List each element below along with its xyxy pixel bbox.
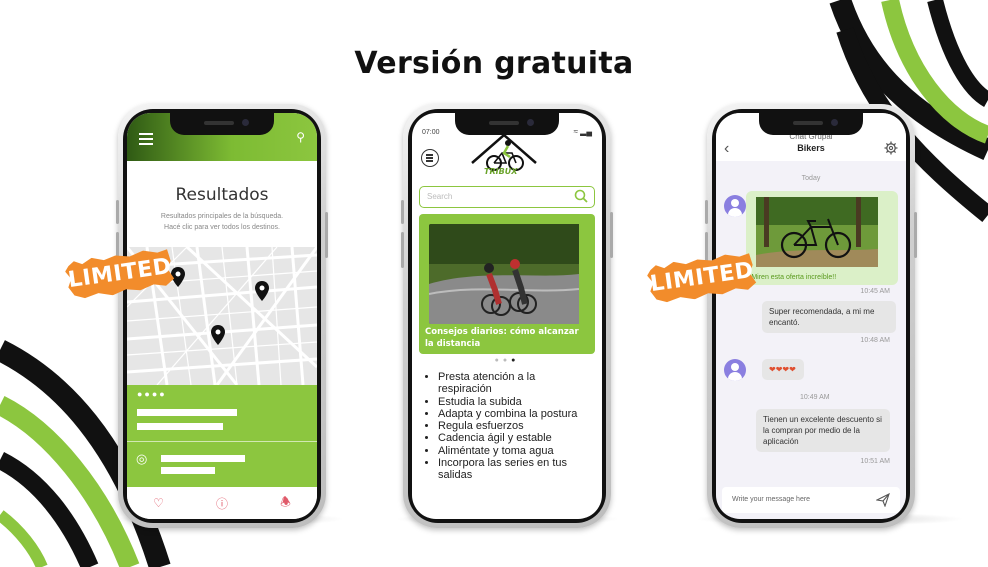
bike-photo [756,197,888,267]
screen-results: ⚲ Resultados Resultados principales de l… [127,113,317,519]
placeholder-bar [137,409,237,416]
search-input[interactable]: Search [419,186,595,208]
list-item: Cadencia ágil y estable [438,432,592,444]
tribux-logo [471,133,537,171]
results-panel[interactable]: ●●●● ◎ [127,385,317,487]
list-item: Estudia la subida [438,396,592,408]
results-heading: Resultados [175,185,269,205]
screen-tips: 07:00 ≈ ▂▄ TRIBUX Search Consejos diario… [412,113,602,519]
timestamp: 10:51 AM [860,458,890,465]
phone-search-results: ⚲ Resultados Resultados principales de l… [116,104,328,528]
list-item: Presta atención a la respiración [438,371,592,396]
page-title: Versión gratuita [354,46,634,81]
placeholder-bar [137,423,223,430]
message-input[interactable]: Write your message here [722,487,900,513]
chat-message[interactable]: Tienen un excelente descuento si la comp… [756,409,890,452]
send-icon[interactable] [876,493,890,507]
message-placeholder: Write your message here [732,496,811,503]
day-separator: Today [801,175,821,182]
phone-notch [759,113,863,135]
avatar[interactable] [724,359,746,381]
list-item: Aliméntate y toma agua [438,445,592,457]
card-title: Consejos diarios: cómo alcanzar la dista… [425,327,579,349]
timestamp: 10:49 AM [800,394,830,401]
tips-list: Presta atención a la respiración Estudia… [438,371,592,482]
list-item: Incorpora las series en tus salidas [438,457,592,482]
hamburger-icon[interactable] [139,133,153,148]
status-time: 07:00 [422,129,440,136]
dots-indicator: ●●●● [137,389,167,399]
timestamp: 10:45 AM [860,288,890,295]
tip-card[interactable]: Consejos diarios: cómo alcanzar la dista… [419,214,595,354]
gear-icon[interactable] [884,141,898,155]
map-pin-icon[interactable] [255,281,269,301]
chat-group-name: Bikers [797,143,825,153]
heart-icon[interactable]: ♡ [153,496,164,510]
chat-message[interactable]: Super recomendada, a mi me encantó. [762,301,896,333]
image-message[interactable]: ¡Miren esta oferta increíble!! [746,191,898,285]
signal-icon: ≈ ▂▄ [573,127,592,136]
chat-message[interactable]: ❤❤❤❤ [762,359,804,380]
location-pin-icon: ◎ [136,451,148,466]
search-placeholder: Search [427,192,453,201]
placeholder-bar [161,467,215,474]
phone-notch [170,113,274,135]
list-item: Adapta y combina la postura [438,408,592,420]
logo-text: TRIBUX [484,167,518,176]
carousel-indicator[interactable]: ●●● [412,357,602,364]
map-pin-icon[interactable] [211,325,225,345]
bottom-nav: ♡ ⓘ 🕭 [127,487,317,519]
phone-group-chat: ‹ Chat Grupal Bikers Today ¡Miren esta o… [705,104,917,528]
results-subtitle: Resultados principales de la búsqueda. H… [160,213,284,231]
screen-chat: ‹ Chat Grupal Bikers Today ¡Miren esta o… [716,113,906,519]
search-icon[interactable]: ⚲ [296,130,305,144]
bell-icon[interactable]: 🕭 [280,493,291,514]
phone-notch [455,113,559,135]
timestamp: 10:48 AM [860,337,890,344]
list-item: Regula esfuerzos [438,420,592,432]
placeholder-bar [161,455,245,462]
image-caption: ¡Miren esta oferta increíble!! [749,274,837,281]
avatar[interactable] [724,195,746,217]
alert-icon[interactable]: ⓘ [216,495,228,512]
menu-icon[interactable] [421,149,439,167]
search-icon[interactable] [574,189,588,203]
phone-tips: 07:00 ≈ ▂▄ TRIBUX Search Consejos diario… [401,104,613,528]
cyclists-photo [429,224,585,324]
